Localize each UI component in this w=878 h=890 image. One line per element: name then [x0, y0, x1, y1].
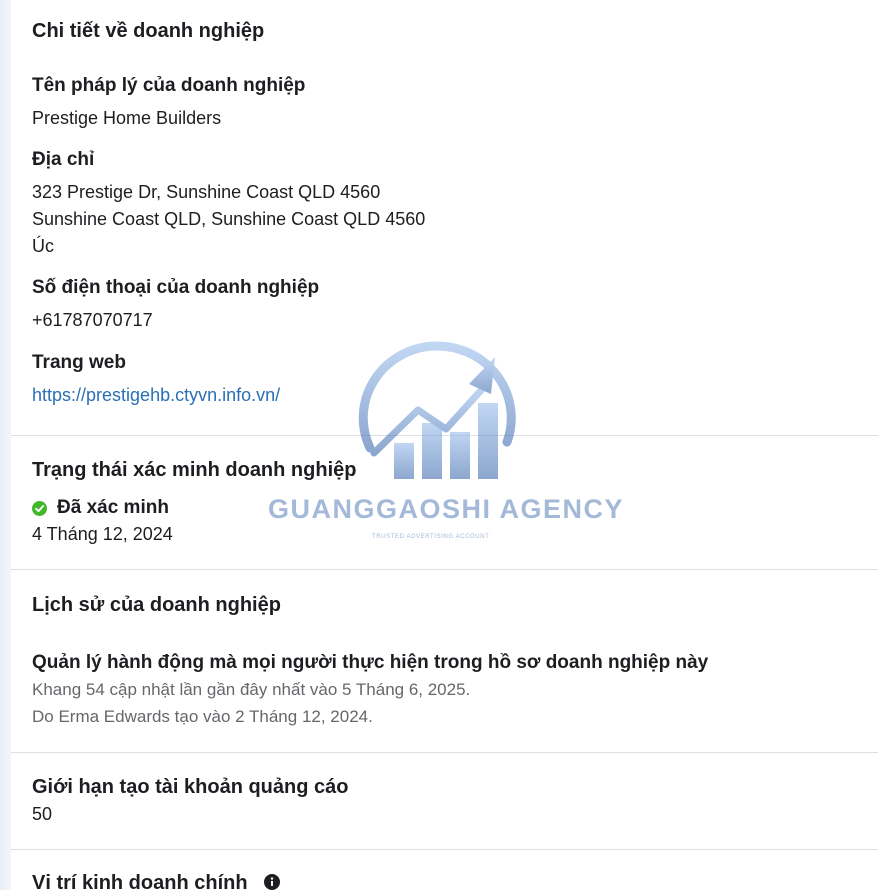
website-link-wrapper: https://prestigehb.ctyvn.info.vn/	[32, 382, 280, 409]
history-manage-link[interactable]: Quản lý hành động mà mọi người thực hiện…	[32, 652, 708, 674]
phone-label: Số điện thoại của doanh nghiệp	[32, 277, 320, 298]
section-divider	[11, 569, 878, 570]
verification-status-row: Đã xác minh	[32, 497, 169, 519]
section-divider	[11, 849, 878, 850]
section-divider	[11, 752, 878, 753]
history-title: Lịch sử của doanh nghiệp	[32, 594, 281, 616]
check-circle-icon	[32, 500, 47, 516]
agency-watermark: GUANGGAOSHI AGENCY TRUSTED ADVERTISING A…	[262, 340, 623, 550]
info-icon[interactable]	[263, 874, 280, 890]
history-last-updated: Khang 54 cập nhật lần gần đây nhất vào 5…	[32, 680, 471, 699]
ad-account-limit-title: Giới hạn tạo tài khoản quảng cáo	[32, 776, 349, 798]
watermark-tagline: TRUSTED ADVERTISING ACCOUNT	[372, 534, 490, 540]
address-line-1: 323 Prestige Dr, Sunshine Coast QLD 4560	[32, 182, 381, 202]
ad-account-limit-value: 50	[32, 804, 53, 824]
legal-name-value: Prestige Home Builders	[32, 108, 222, 128]
verification-date: 4 Tháng 12, 2024	[32, 524, 173, 544]
address-label: Địa chỉ	[32, 149, 95, 170]
verification-title: Trạng thái xác minh doanh nghiệp	[32, 459, 357, 481]
website-link[interactable]: https://prestigehb.ctyvn.info.vn/	[32, 385, 280, 405]
watermark-name: GUANGGAOSHI AGENCY	[268, 494, 625, 524]
primary-location-title-row: Vị trí kinh doanh chính	[32, 872, 280, 890]
business-details-title: Chi tiết về doanh nghiệp	[32, 20, 265, 42]
primary-location-title: Vị trí kinh doanh chính	[32, 872, 248, 890]
address-line-2: Sunshine Coast QLD, Sunshine Coast QLD 4…	[32, 209, 426, 229]
section-divider	[11, 435, 878, 436]
history-created-by: Do Erma Edwards tạo vào 2 Tháng 12, 2024…	[32, 707, 373, 726]
left-sidebar-edge	[0, 0, 11, 890]
address-line-3: Úc	[32, 236, 54, 256]
phone-value: +61787070717	[32, 310, 153, 330]
legal-name-label: Tên pháp lý của doanh nghiệp	[32, 75, 306, 96]
website-label: Trang web	[32, 352, 126, 373]
verification-status: Đã xác minh	[57, 497, 169, 518]
business-settings-page: Chi tiết về doanh nghiệp Tên pháp lý của…	[0, 0, 878, 890]
